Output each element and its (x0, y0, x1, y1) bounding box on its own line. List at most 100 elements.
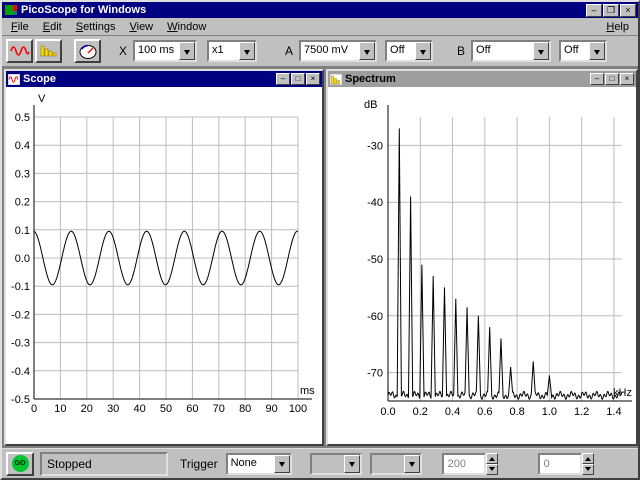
svg-text:10: 10 (54, 403, 66, 415)
svg-text:40: 40 (133, 403, 145, 415)
scope-maximize-button[interactable]: □ (291, 73, 305, 85)
status-message: Stopped (40, 451, 168, 476)
scope-minimize-button[interactable]: – (276, 73, 290, 85)
menu-view[interactable]: View (122, 19, 160, 35)
mdi-area: Scope – □ × Vms 0.5 0.4 0.3 0.2 0.1 0.0 -0.1 -0.… (2, 67, 638, 448)
scope-plot: Vms 0.5 0.4 0.3 0.2 0.1 0.0 -0.1 -0.2 -0.3 -0.4 -0.… (11, 93, 315, 415)
dropdown-arrow-icon[interactable] (533, 42, 550, 60)
meter-icon (79, 44, 96, 59)
spinner-down-button[interactable] (485, 463, 498, 475)
svg-text:V: V (38, 93, 46, 105)
scope-caption-buttons: – □ × (276, 73, 320, 85)
scope-titlebar[interactable]: Scope – □ × (6, 71, 322, 87)
spectrum-plot: dBkHz-30-40-50-60-700.0 0.2 0.4 0.6 0.8 1.0 1.… (364, 99, 632, 418)
trigger-delay-value: 0 (537, 452, 582, 475)
scope-plot-area: Vms 0.5 0.4 0.3 0.2 0.1 0.0 -0.1 -0.2 -0.3 -0.4 -0.… (6, 87, 322, 444)
svg-text:70: 70 (213, 403, 225, 415)
app-icon (4, 4, 18, 16)
trigger-threshold-spinner[interactable]: 200 (441, 452, 498, 475)
scope-view-button[interactable] (6, 39, 33, 63)
close-button[interactable]: × (620, 3, 636, 17)
svg-text:0.2: 0.2 (413, 406, 428, 418)
svg-text:0.6: 0.6 (477, 406, 492, 418)
minimize-button[interactable]: – (586, 3, 602, 17)
svg-text:80: 80 (239, 403, 251, 415)
titlebar[interactable]: PicoScope for Windows – ❐ × (2, 2, 638, 18)
dropdown-arrow-icon[interactable] (359, 42, 376, 60)
channel-a-range-select[interactable]: 7500 mV (299, 40, 378, 62)
status-bar: GO Stopped Trigger None 200 0 (2, 448, 638, 478)
go-button[interactable]: GO (6, 451, 34, 476)
svg-text:0.1: 0.1 (15, 225, 30, 237)
svg-text:-0.4: -0.4 (11, 366, 30, 378)
svg-text:50: 50 (160, 403, 172, 415)
trigger-direction-select[interactable] (369, 452, 422, 475)
channel-b-label: B (457, 44, 466, 58)
dropdown-arrow-icon[interactable] (403, 454, 420, 473)
svg-text:-50: -50 (367, 254, 383, 266)
svg-text:ms: ms (300, 385, 315, 397)
svg-text:90: 90 (265, 403, 277, 415)
scope-window: Scope – □ × Vms 0.5 0.4 0.3 0.2 0.1 0.0 -0.1 -0.… (4, 69, 324, 446)
caption-buttons: – ❐ × (586, 3, 636, 17)
spectrum-caption-buttons: – □ × (590, 73, 634, 85)
spinner-up-button[interactable] (485, 452, 498, 464)
svg-text:1.2: 1.2 (574, 406, 589, 418)
meter-view-button[interactable] (74, 39, 101, 63)
trigger-channel-select[interactable] (309, 452, 362, 475)
channel-b-mode-select[interactable]: Off (559, 40, 608, 62)
window-title: PicoScope for Windows (21, 3, 147, 16)
scope-window-title: Scope (23, 73, 57, 85)
svg-text:-60: -60 (367, 311, 383, 323)
svg-text:0: 0 (31, 403, 37, 415)
timebase-select[interactable]: 100 ms (133, 40, 198, 62)
menu-file[interactable]: File (4, 19, 36, 35)
svg-text:-0.2: -0.2 (11, 309, 30, 321)
dropdown-arrow-icon[interactable] (343, 454, 360, 473)
spectrum-view-button[interactable] (35, 39, 62, 63)
dropdown-arrow-icon[interactable] (415, 42, 432, 60)
menu-window[interactable]: Window (160, 19, 213, 35)
spectrum-maximize-button[interactable]: □ (605, 73, 619, 85)
go-icon: GO (11, 455, 29, 472)
spinner-up-icon (488, 454, 495, 461)
menu-help[interactable]: Help (599, 19, 636, 35)
spectrum-plot-area: dB kHz -30 -40 -50 -60 -70 0.0 0.2 0.4 0.6 0.8 1.0 1.… (328, 87, 636, 444)
scope-icon (9, 46, 30, 56)
trigger-mode-select[interactable]: None (225, 452, 292, 475)
svg-text:-0.1: -0.1 (11, 281, 30, 293)
channel-b-range-select[interactable]: Off (471, 40, 552, 62)
spectrum-minimize-button[interactable]: – (590, 73, 604, 85)
svg-text:-70: -70 (367, 368, 383, 380)
svg-text:0.0: 0.0 (15, 253, 30, 265)
scope-close-button[interactable]: × (306, 73, 320, 85)
svg-text:0.2: 0.2 (15, 197, 30, 209)
svg-text:-0.5: -0.5 (11, 394, 30, 406)
spinner-up-button[interactable] (581, 452, 594, 464)
menu-settings[interactable]: Settings (69, 19, 123, 35)
channel-a-mode-select[interactable]: Off (385, 40, 434, 62)
svg-text:100: 100 (289, 403, 307, 415)
timebase-label: X (119, 44, 128, 58)
spectrum-titlebar[interactable]: Spectrum – □ × (328, 71, 636, 87)
timebase-multiplier-select[interactable]: x1 (207, 40, 258, 62)
spinner-down-button[interactable] (581, 463, 594, 475)
dropdown-arrow-icon[interactable] (589, 42, 606, 60)
svg-text:1.0: 1.0 (542, 406, 557, 418)
svg-text:0.8: 0.8 (509, 406, 524, 418)
dropdown-arrow-icon[interactable] (179, 42, 196, 60)
channel-a-label: A (285, 44, 294, 58)
trigger-delay-spinner[interactable]: 0 (537, 452, 594, 475)
menu-bar: File Edit Settings View Window Help (2, 18, 638, 36)
svg-text:-40: -40 (367, 197, 383, 209)
svg-text:0.0: 0.0 (380, 406, 395, 418)
maximize-button[interactable]: ❐ (603, 3, 619, 17)
dropdown-arrow-icon[interactable] (239, 42, 256, 60)
menu-edit[interactable]: Edit (36, 19, 69, 35)
svg-text:-0.3: -0.3 (11, 338, 30, 350)
dropdown-arrow-icon[interactable] (273, 454, 290, 473)
picoscope-window: PicoScope for Windows – ❐ × File Edit Se… (0, 0, 640, 480)
svg-text:0.4: 0.4 (15, 140, 30, 152)
spectrum-close-button[interactable]: × (620, 73, 634, 85)
svg-text:-30: -30 (367, 140, 383, 152)
